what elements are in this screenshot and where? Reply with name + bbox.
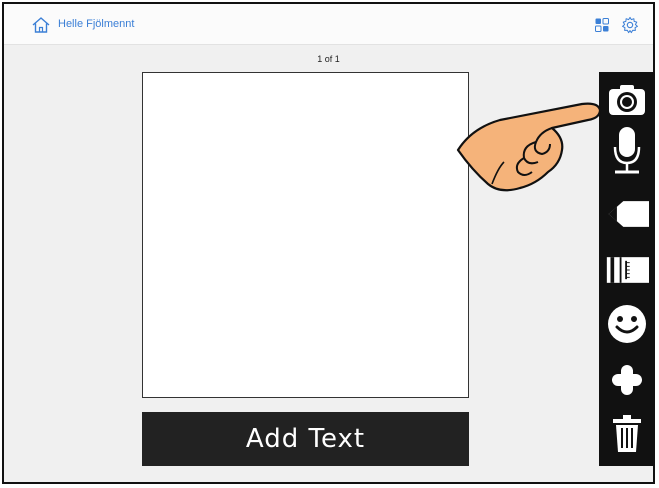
microphone-icon bbox=[613, 127, 641, 174]
ruler-tool-button[interactable] bbox=[605, 248, 649, 292]
trash-icon bbox=[613, 415, 641, 452]
app-window: Helle Fjölmennt 1 of 1 Add Text bbox=[2, 2, 655, 484]
sticker-tool-button[interactable] bbox=[605, 302, 649, 346]
layout-grid-icon[interactable] bbox=[595, 18, 609, 32]
delete-tool-button[interactable] bbox=[605, 412, 649, 456]
page-indicator: 1 of 1 bbox=[317, 54, 340, 64]
page-canvas[interactable] bbox=[142, 72, 469, 398]
plus-icon bbox=[612, 365, 642, 395]
settings-gear-icon[interactable] bbox=[621, 16, 639, 34]
pencil-icon bbox=[608, 201, 649, 227]
home-icon[interactable] bbox=[32, 17, 50, 33]
add-text-button[interactable]: Add Text bbox=[142, 412, 469, 466]
pointing-hand-icon bbox=[456, 102, 602, 192]
pencil-tool-button[interactable] bbox=[605, 192, 649, 236]
add-tool-button[interactable] bbox=[605, 358, 649, 402]
camera-icon bbox=[609, 85, 645, 115]
top-bar: Helle Fjölmennt bbox=[4, 4, 653, 45]
ruler-icon bbox=[606, 257, 649, 283]
smiley-icon bbox=[608, 305, 646, 343]
username-label[interactable]: Helle Fjölmennt bbox=[58, 18, 134, 30]
